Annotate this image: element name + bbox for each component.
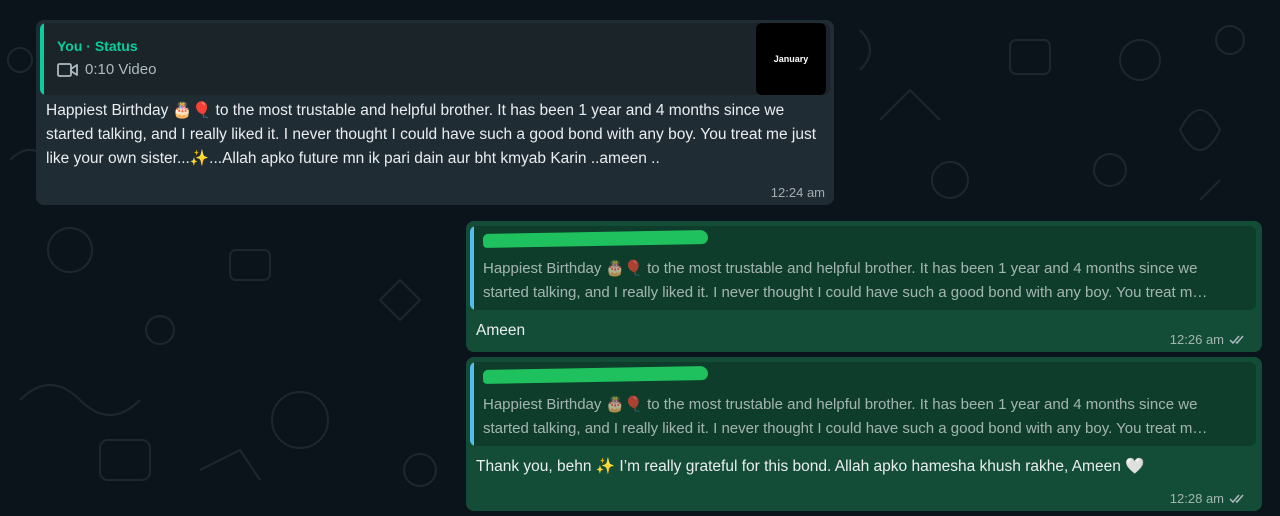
message-meta: 12:28 am: [1170, 491, 1247, 506]
message-text: Thank you, behn ✨ I’m really grateful fo…: [476, 458, 1145, 475]
quoted-text-line: started talking, and I really liked it. …: [483, 284, 1208, 301]
quoted-message[interactable]: Happiest Birthday 🎂🎈 to the most trustab…: [470, 362, 1256, 446]
status-thumbnail-text: January: [773, 54, 809, 64]
status-reply-preview[interactable]: You · Status 0:10 Video January: [40, 23, 830, 95]
quoted-text-line: started talking, and I really liked it. …: [483, 420, 1208, 437]
redacted-name: [482, 366, 709, 384]
quoted-text-line: Happiest Birthday 🎂🎈 to the most trustab…: [483, 260, 1198, 277]
reply-accent-bar: [470, 362, 474, 446]
quoted-text: Happiest Birthday 🎂🎈 to the most trustab…: [483, 257, 1251, 305]
quoted-text-line: Happiest Birthday 🎂🎈 to the most trustab…: [483, 396, 1198, 413]
redacted-name: [482, 230, 709, 248]
chat-background: You · Status 0:10 Video January Happiest…: [0, 0, 1280, 516]
outgoing-message[interactable]: Happiest Birthday 🎂🎈 to the most trustab…: [466, 221, 1262, 352]
quoted-message[interactable]: Happiest Birthday 🎂🎈 to the most trustab…: [470, 226, 1256, 310]
incoming-message[interactable]: You · Status 0:10 Video January Happiest…: [36, 20, 834, 205]
double-check-icon: [1229, 493, 1247, 504]
status-author: You · Status: [57, 38, 138, 54]
reply-accent-bar: [470, 226, 474, 310]
message-time: 12:26 am: [1169, 332, 1224, 347]
quoted-text: Happiest Birthday 🎂🎈 to the most trustab…: [483, 393, 1251, 441]
status-accent-bar: [40, 23, 44, 95]
message-time: 12:28 am: [1169, 491, 1224, 506]
status-media-label: 0:10 Video: [85, 61, 157, 78]
video-icon: [57, 62, 79, 78]
outgoing-message[interactable]: Happiest Birthday 🎂🎈 to the most trustab…: [466, 357, 1262, 511]
double-check-icon: [1229, 334, 1247, 345]
status-media-info: 0:10 Video: [57, 61, 156, 78]
message-time: 12:24 am: [770, 185, 825, 200]
message-text: Ameen: [476, 322, 526, 339]
message-meta: 12:26 am: [1170, 332, 1247, 347]
status-thumbnail[interactable]: January: [756, 23, 826, 95]
message-text: Happiest Birthday 🎂🎈 to the most trustab…: [46, 102, 817, 167]
